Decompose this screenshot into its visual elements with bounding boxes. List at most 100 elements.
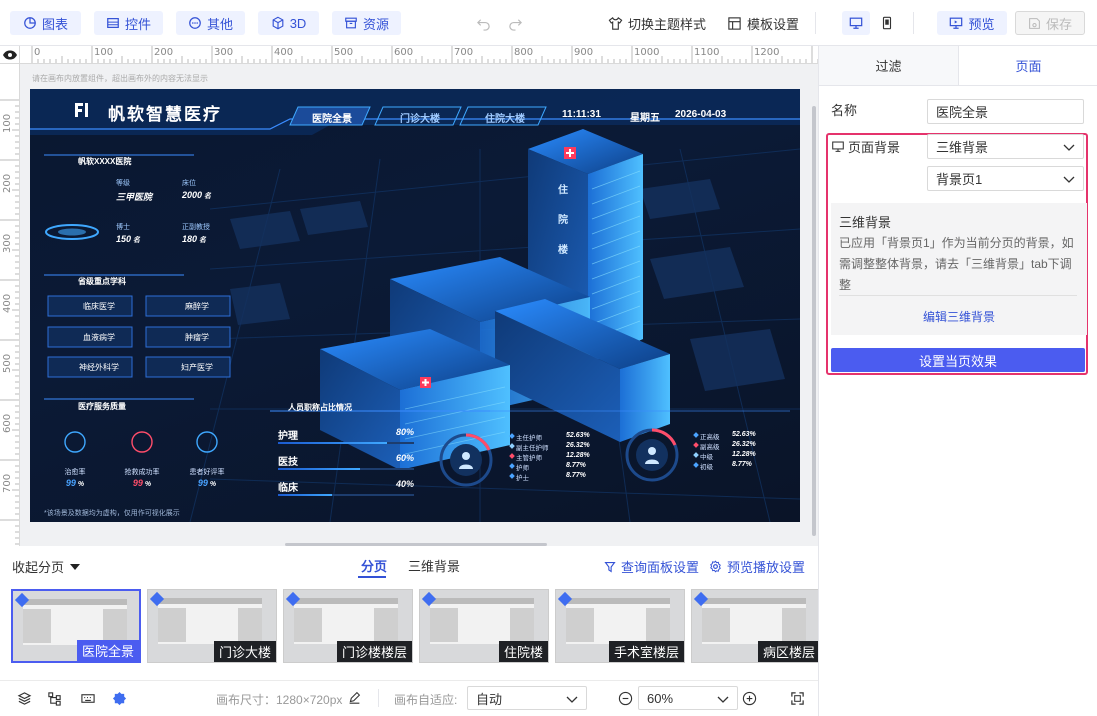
vertical-ruler: 100 200 300 400 500 600 700 [0, 64, 20, 546]
staff-value: 40% [395, 479, 414, 489]
ruler-h-label: 600 [394, 47, 414, 58]
edit-icon[interactable] [348, 691, 361, 704]
legend-value: 12.28% [732, 451, 756, 458]
dashboard-tab[interactable]: 医院全景 [312, 110, 352, 125]
legend-value: 12.28% [566, 452, 590, 459]
other-label: 其他 [206, 16, 233, 32]
page-thumbnail[interactable]: 住院楼 [419, 589, 549, 663]
quality-label: 治愈率 [64, 469, 86, 476]
stat-value: 2000 [182, 190, 203, 200]
ruler-h-label: 700 [454, 47, 474, 58]
keyboard-icon[interactable] [80, 691, 96, 706]
zoom-in-icon[interactable] [742, 691, 757, 706]
thumbnail-panel [510, 608, 534, 642]
vertical-scrollbar[interactable] [812, 106, 816, 536]
page-thumbnail[interactable]: 手术室楼层 [555, 589, 685, 663]
chart-button[interactable]: 图表 [10, 11, 81, 35]
collapse-label: 收起分页 [12, 560, 65, 575]
zoom-select[interactable]: 60% [638, 686, 738, 710]
tab-3d-background[interactable]: 三维背景 [408, 556, 460, 575]
preview-button[interactable]: 预览 [937, 11, 1007, 35]
ruler-h-label: 1200 [754, 47, 780, 58]
dept-item[interactable]: 血液病学 [48, 332, 132, 343]
page-thumbnail-label: 门诊大楼 [213, 641, 276, 662]
bg-page-select[interactable]: 背景页1 [927, 166, 1084, 191]
template-settings-button[interactable]: 模板设置 [727, 11, 799, 35]
save-button[interactable]: 保存 [1015, 11, 1085, 35]
page-thumbnail[interactable]: 门诊楼楼层 [283, 589, 413, 663]
ruler-v-label: 400 [2, 293, 13, 313]
divider [378, 689, 379, 707]
widget-button[interactable]: 控件 [94, 11, 163, 35]
apply-page-effect-button[interactable]: 设置当页效果 [831, 348, 1085, 372]
collapse-pages-toggle[interactable]: 收起分页 [12, 557, 81, 576]
hospital-name: 帆软XXXX医院 [78, 157, 132, 166]
name-input[interactable]: 医院全景 [927, 99, 1084, 124]
stat-unit: 名 [199, 237, 207, 244]
other-button[interactable]: 其他 [176, 11, 245, 35]
stat-label: 等级 [116, 180, 130, 187]
dashboard-footnote: *该场景及数据均为虚构，仅用作可视化展示 [44, 510, 180, 517]
page-thumbnail-label: 住院楼 [498, 641, 548, 662]
dashboard-date: 2026-04-03 [675, 109, 727, 120]
ruler-h-label: 0 [34, 47, 41, 58]
layers-icon[interactable] [17, 691, 32, 706]
page-thumbnail-label: 门诊楼楼层 [336, 641, 412, 662]
widget-icon [107, 18, 119, 28]
thumbnail-panel [374, 608, 398, 642]
stat-value-row: 180 名 [182, 234, 206, 245]
zoom-out-icon[interactable] [618, 691, 633, 706]
resource-button[interactable]: 资源 [332, 11, 401, 35]
redo-icon [509, 18, 522, 31]
dept-item[interactable]: 麻醉学 [146, 301, 230, 312]
ruler-corner[interactable] [0, 46, 20, 64]
mobile-view-button[interactable] [874, 11, 900, 35]
puzzle-icon[interactable] [112, 691, 127, 706]
staff-title: 人员职称占比情况 [288, 403, 352, 412]
bg-type-select[interactable]: 三维背景 [927, 134, 1084, 159]
tab-page[interactable]: 页面 [959, 46, 1097, 85]
page-thumbnail[interactable]: 医院全景 [11, 589, 141, 663]
playback-settings-label: 预览播放设置 [727, 560, 806, 575]
shirt-icon [608, 16, 623, 30]
query-settings-link[interactable]: 查询面板设置 [604, 557, 699, 576]
page-thumbnail[interactable]: 门诊大楼 [147, 589, 277, 663]
legend-value: 8.77% [566, 462, 586, 469]
staff-label: 临床 [278, 483, 298, 494]
thumbnail-sidebar [294, 608, 322, 642]
theme-switch-button[interactable]: 切换主题样式 [608, 11, 706, 35]
fit-label: 画布自适应: [394, 693, 458, 707]
dashboard-tab[interactable]: 门诊大楼 [400, 110, 440, 125]
playback-settings-link[interactable]: 预览播放设置 [709, 557, 805, 576]
tree-icon[interactable] [47, 691, 62, 706]
three-d-button[interactable]: 3D [258, 11, 319, 35]
name-label: 名称 [831, 103, 858, 118]
widget-label: 控件 [124, 16, 151, 32]
quality-unit: % [144, 481, 152, 488]
tab-filter[interactable]: 过滤 [819, 46, 959, 85]
dashboard-time: 11:11:31 [562, 109, 601, 120]
edit-3d-bg-link[interactable]: 编辑三维背景 [831, 308, 1087, 325]
fit-select[interactable]: 自动 [467, 686, 587, 710]
stat-label: 床位 [182, 180, 196, 187]
dept-item[interactable]: 妇产医学 [146, 362, 230, 373]
thumbnail-preview [294, 598, 398, 644]
fit-select-value: 自动 [476, 691, 503, 707]
page-thumbnail-label: 医院全景 [76, 640, 139, 661]
thumbnail-preview [430, 598, 534, 644]
tab-pages[interactable]: 分页 [361, 556, 387, 575]
undo-button[interactable] [476, 11, 491, 35]
fullscreen-icon[interactable] [790, 691, 805, 706]
dashboard-tab[interactable]: 住院大楼 [485, 110, 525, 125]
page-thumbnail[interactable]: 病区楼层 [691, 589, 821, 663]
ruler-h-label: 100 [94, 47, 114, 58]
canvas-size-label: 画布尺寸：1280×720px [216, 693, 343, 707]
dept-item[interactable]: 肿瘤学 [146, 332, 230, 343]
thumbnail-header [702, 598, 806, 604]
redo-button[interactable] [508, 11, 523, 35]
dept-item[interactable]: 临床医学 [48, 301, 132, 312]
undo-icon [477, 18, 490, 31]
dashboard-canvas[interactable]: 帆软智慧医疗 医院全景 门诊大楼 住院大楼 11:11:31 星期五 2026-04… [30, 89, 800, 522]
desktop-view-button[interactable] [842, 11, 870, 35]
dept-item[interactable]: 神经外科学 [48, 362, 132, 373]
